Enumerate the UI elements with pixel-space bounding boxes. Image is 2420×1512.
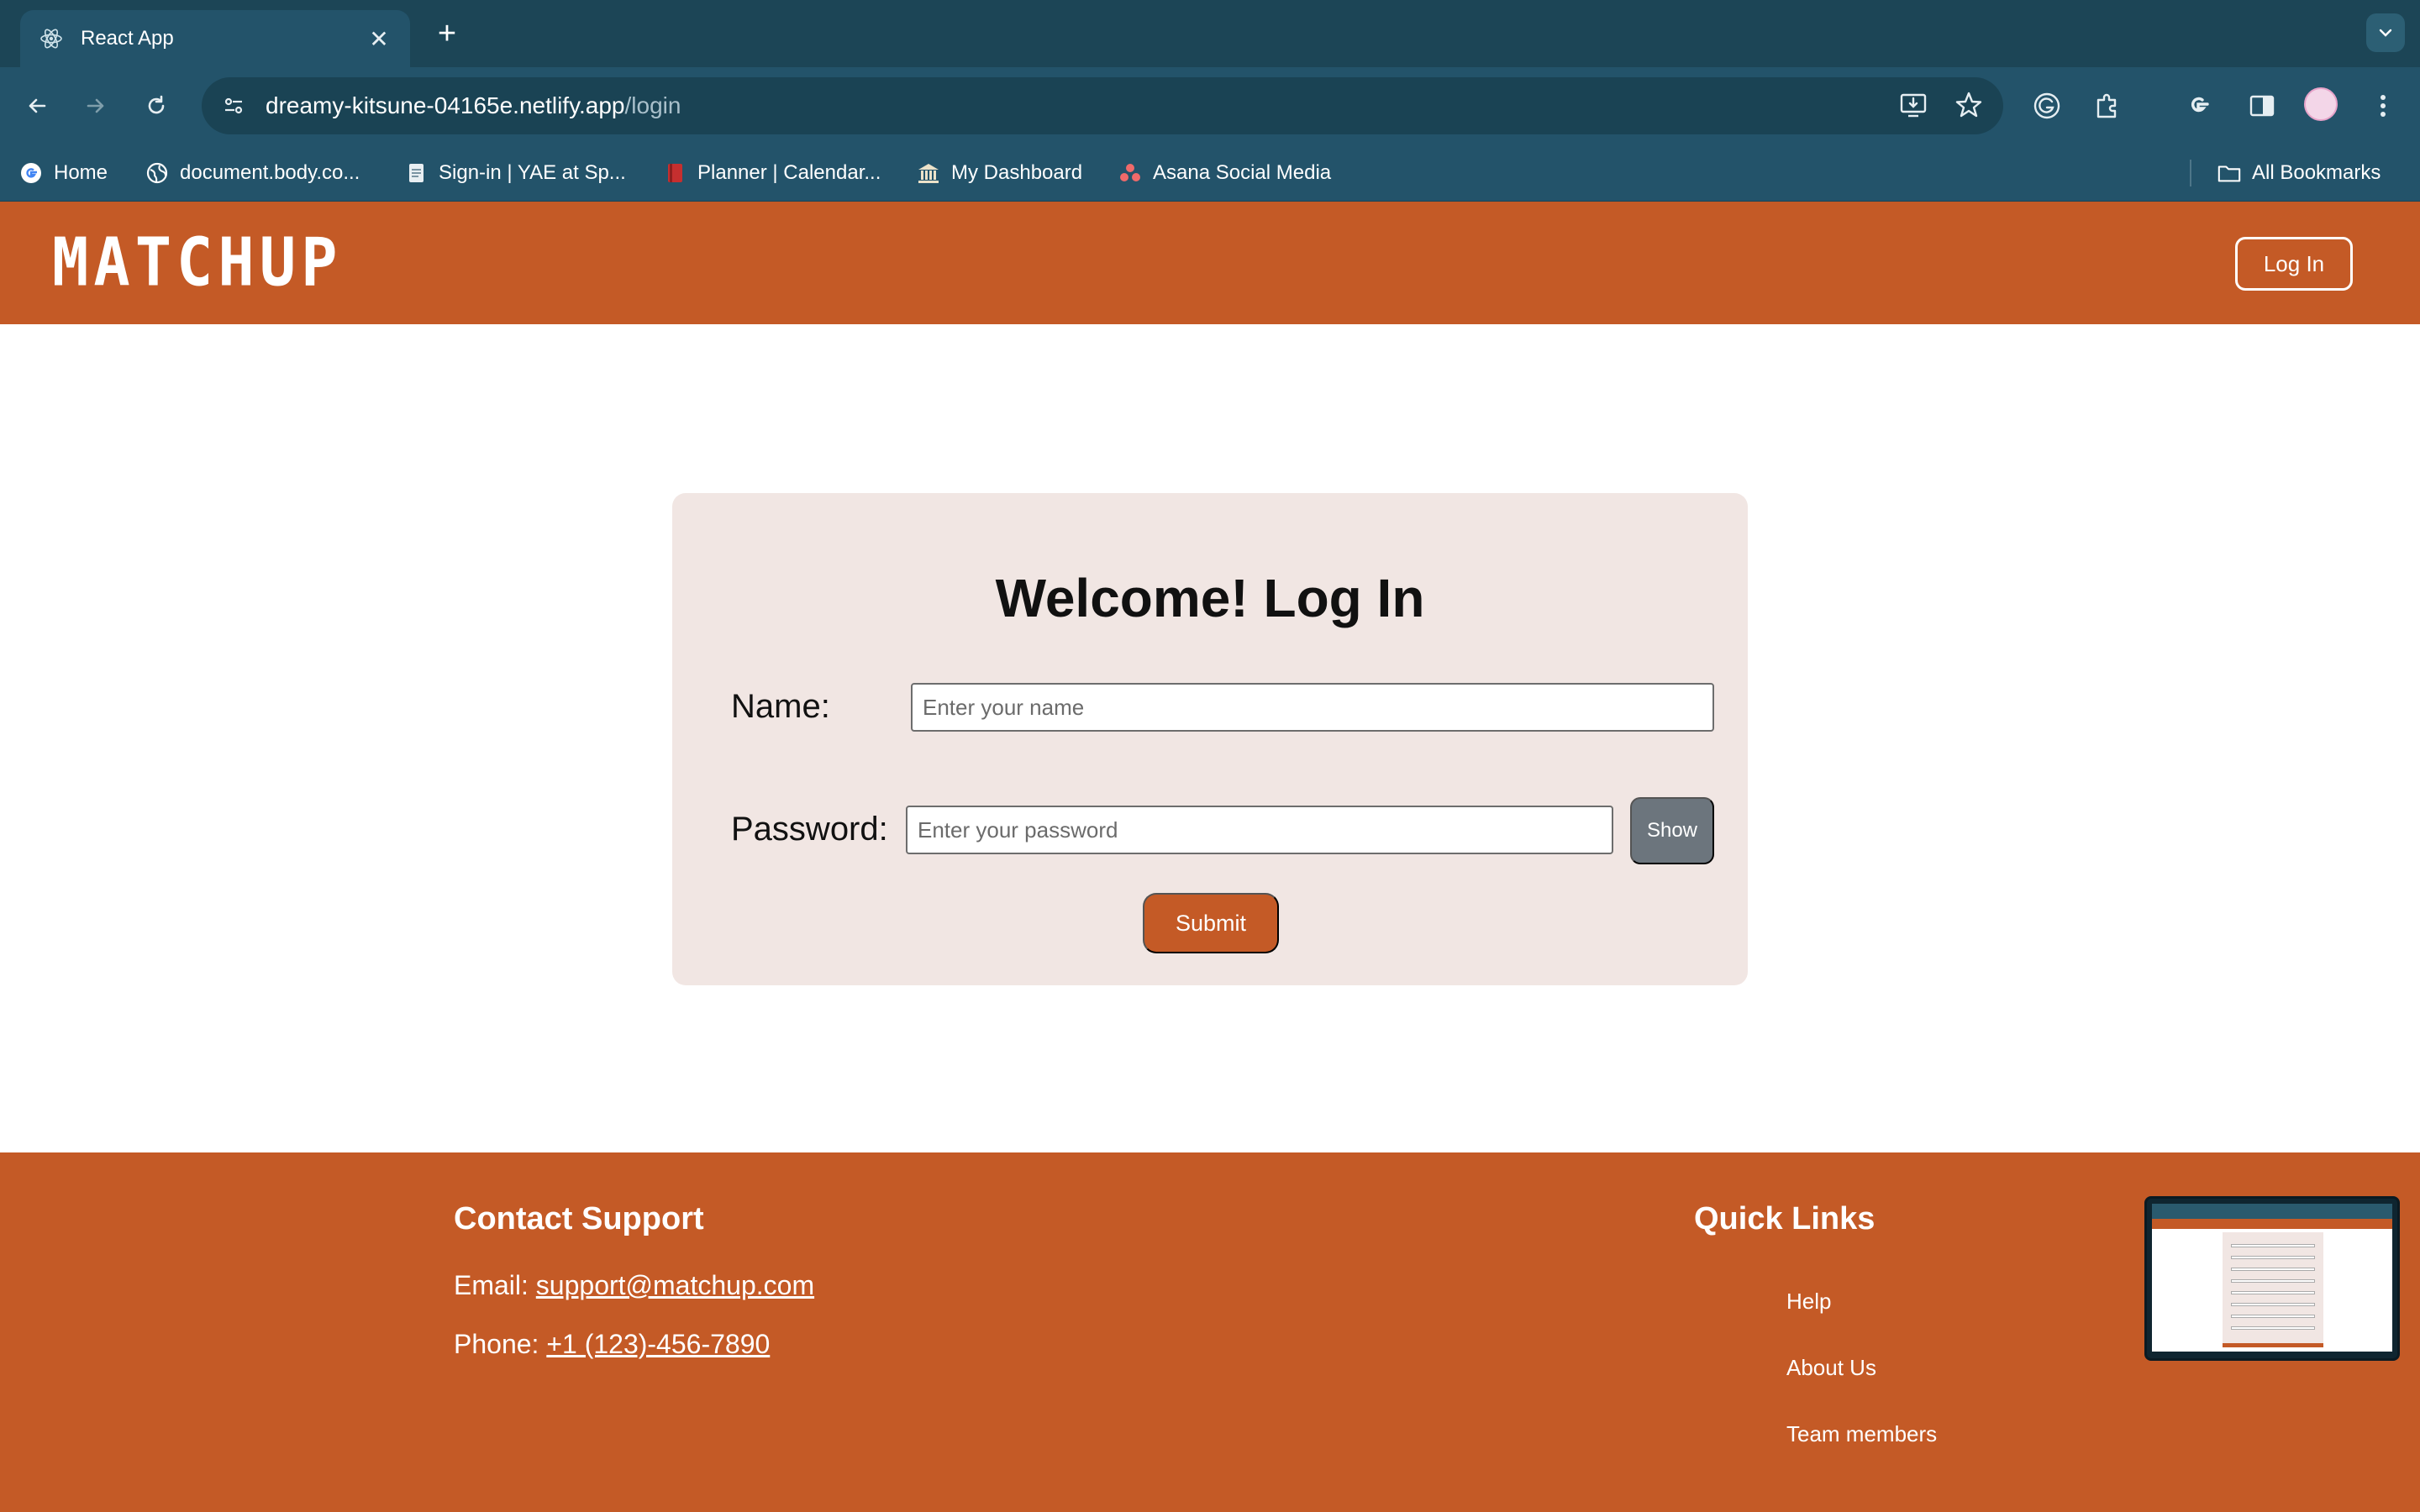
forward-arrow-icon[interactable] <box>76 86 116 126</box>
grammarly-icon[interactable] <box>2027 86 2067 126</box>
contact-support-heading: Contact Support <box>454 1201 704 1236</box>
matchup-logo[interactable]: MATCHUP <box>52 223 342 301</box>
tab-title: React App <box>81 27 174 50</box>
close-icon[interactable]: ✕ <box>365 25 393 53</box>
new-tab-icon[interactable]: + <box>429 15 466 52</box>
bookmark-home[interactable]: Home <box>18 156 108 190</box>
screenshot-thumbnail[interactable] <box>2144 1196 2400 1361</box>
react-icon <box>37 24 66 53</box>
email-line: Email: support@matchup.com <box>454 1270 815 1300</box>
bookmark-my-dashboard[interactable]: My Dashboard <box>916 156 1082 190</box>
login-card: Welcome! Log In Name: Password: Show Sub… <box>672 493 1748 985</box>
team-members-link[interactable]: Team members <box>1786 1421 1937 1447</box>
browser-tab[interactable]: React App ✕ <box>20 10 410 67</box>
name-input[interactable] <box>911 683 1714 732</box>
password-input[interactable] <box>906 806 1613 854</box>
show-password-button[interactable]: Show <box>1630 797 1714 864</box>
doc-icon <box>403 160 429 186</box>
url-text: dreamy-kitsune-04165e.netlify.app/login <box>266 92 681 118</box>
name-label: Name: <box>731 688 830 725</box>
bookmark-asana[interactable]: Asana Social Media <box>1118 156 1331 190</box>
page-title: Welcome! Log In <box>995 568 1425 628</box>
bookmarks-bar: Home document.body.co... Sign-in | YAE a… <box>0 144 2420 202</box>
app-header: MATCHUP Log In <box>0 202 2420 324</box>
site-settings-icon[interactable] <box>217 89 250 123</box>
google-icon <box>18 160 44 186</box>
google-icon[interactable] <box>2178 86 2218 126</box>
install-app-icon[interactable] <box>1897 89 1929 125</box>
quick-links-heading: Quick Links <box>1694 1201 1876 1236</box>
asana-icon <box>1118 160 1143 186</box>
phone-link[interactable]: +1 (123)-456-7890 <box>546 1329 770 1359</box>
password-label: Password: <box>731 811 888 848</box>
browser-tab-strip: React App ✕ + <box>0 0 2420 67</box>
email-link[interactable]: support@matchup.com <box>536 1270 814 1300</box>
bookmark-document-body[interactable]: document.body.co... <box>145 156 360 190</box>
reload-icon[interactable] <box>136 86 176 126</box>
address-bar[interactable]: dreamy-kitsune-04165e.netlify.app/login <box>202 77 2003 134</box>
more-vert-icon[interactable] <box>2363 86 2403 126</box>
footer: Contact Support Email: support@matchup.c… <box>0 1152 2420 1512</box>
about-us-link[interactable]: About Us <box>1786 1355 1876 1381</box>
bookmark-planner[interactable]: Planner | Calendar... <box>662 156 881 190</box>
book-icon <box>662 160 687 186</box>
folder-icon <box>2217 160 2242 186</box>
submit-button[interactable]: Submit <box>1143 893 1279 953</box>
help-link[interactable]: Help <box>1786 1289 1831 1315</box>
extensions-icon[interactable] <box>2087 86 2128 126</box>
bank-icon <box>916 160 941 186</box>
all-bookmarks-button[interactable]: All Bookmarks <box>2217 156 2381 190</box>
profile-avatar[interactable] <box>2304 87 2338 121</box>
star-icon[interactable] <box>1953 89 1985 125</box>
side-panel-icon[interactable] <box>2242 86 2282 126</box>
browser-toolbar: dreamy-kitsune-04165e.netlify.app/login <box>0 67 2420 144</box>
back-arrow-icon[interactable] <box>17 86 57 126</box>
chevron-down-icon[interactable] <box>2366 13 2405 52</box>
bookmarks-separator <box>2190 160 2191 186</box>
phone-line: Phone: +1 (123)-456-7890 <box>454 1329 771 1359</box>
bookmark-sign-in[interactable]: Sign-in | YAE at Sp... <box>403 156 626 190</box>
globe-icon <box>145 160 170 186</box>
header-login-button[interactable]: Log In <box>2235 237 2353 291</box>
